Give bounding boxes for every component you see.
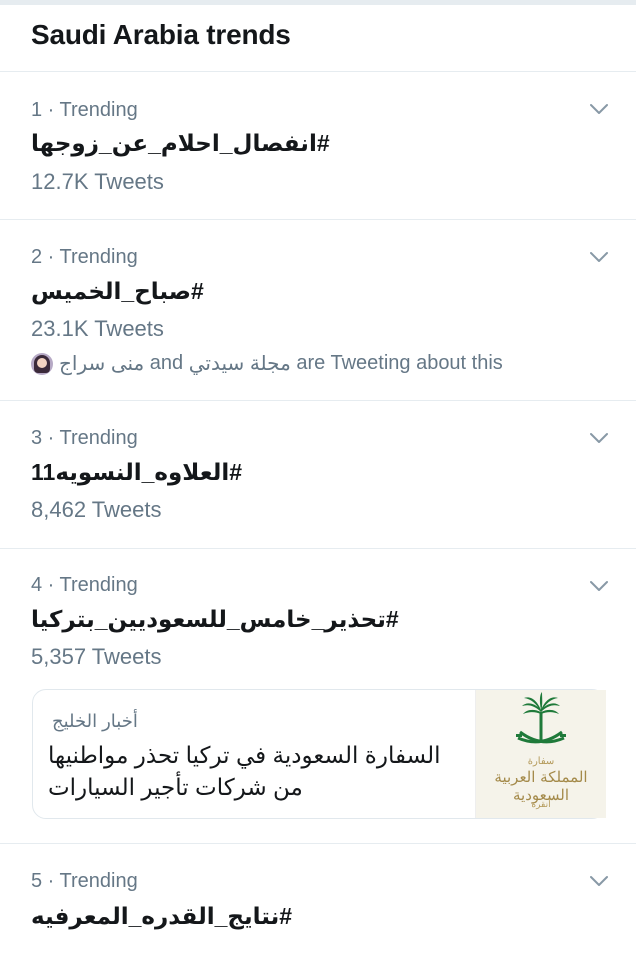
trend-rank-label: 3 · Trending <box>31 427 138 449</box>
tweeting-and: and <box>149 352 184 374</box>
trend-item-5[interactable]: 5 · Trending #نتايج_القدره_المعرفيه <box>0 844 636 960</box>
trend-item-3[interactable]: 3 · Trending #العلاوه_النسويه11 8,462 Tw… <box>0 401 636 549</box>
tweeting-about-line[interactable]: منى سراج and مجلة سيدتي are Tweeting abo… <box>31 351 503 376</box>
trend-rank-label: 5 · Trending <box>31 870 138 892</box>
trend-item-1[interactable]: 1 · Trending #انفصال_احلام_عن_زوجها 12.7… <box>0 72 636 220</box>
emblem-caption-top: سفارة <box>527 756 555 767</box>
trend-tweet-count: 8,462 Tweets <box>31 497 162 522</box>
chevron-down-icon[interactable] <box>590 251 608 263</box>
trend-rank-label: 1 · Trending <box>31 99 138 121</box>
tweeting-user-1: منى سراج <box>59 353 145 375</box>
news-source: أخبار الخليج <box>52 711 138 731</box>
trend-hashtag[interactable]: #انفصال_احلام_عن_زوجها <box>31 130 330 157</box>
trend-tweet-count: 23.1K Tweets <box>31 316 164 341</box>
trend-tweet-count: 12.7K Tweets <box>31 169 164 194</box>
chevron-down-icon[interactable] <box>590 103 608 115</box>
tweeting-suffix: are Tweeting about this <box>296 352 503 374</box>
trend-item-2[interactable]: 2 · Trending #صباح_الخميس 23.1K Tweets م… <box>0 220 636 401</box>
news-headline-line-1: السفارة السعودية في تركيا تحذر مواطنيها <box>48 742 441 768</box>
trend-rank-label: 2 · Trending <box>31 246 138 268</box>
trend-hashtag[interactable]: #نتايج_القدره_المعرفيه <box>31 903 292 930</box>
trend-hashtag[interactable]: #صباح_الخميس <box>31 278 204 305</box>
emblem-caption-main: المملكة العربية السعودية <box>494 768 588 804</box>
trends-header: Saudi Arabia trends <box>0 5 636 72</box>
trend-hashtag[interactable]: #العلاوه_النسويه11 <box>31 459 242 486</box>
page-title: Saudi Arabia trends <box>31 19 291 50</box>
emblem-caption-bottom: أنقرة <box>531 800 551 810</box>
trend-tweet-count: 5,357 Tweets <box>31 644 162 669</box>
chevron-down-icon[interactable] <box>590 432 608 444</box>
chevron-down-icon[interactable] <box>590 875 608 887</box>
avatar <box>31 352 53 375</box>
trend-rank-label: 4 · Trending <box>31 574 138 596</box>
news-headline[interactable]: السفارة السعودية في تركيا تحذر مواطنيها … <box>48 739 458 803</box>
chevron-down-icon[interactable] <box>590 580 608 592</box>
trend-hashtag[interactable]: #تحذير_خامس_للسعوديين_بتركيا <box>31 606 399 633</box>
news-thumbnail: سفارة المملكة العربية السعودية أنقرة <box>475 690 606 818</box>
tweeting-user-2: مجلة سيدتي <box>188 353 291 375</box>
saudi-emblem-icon <box>516 692 566 744</box>
news-headline-line-2: من شركات تأجير السيارات <box>48 774 303 800</box>
